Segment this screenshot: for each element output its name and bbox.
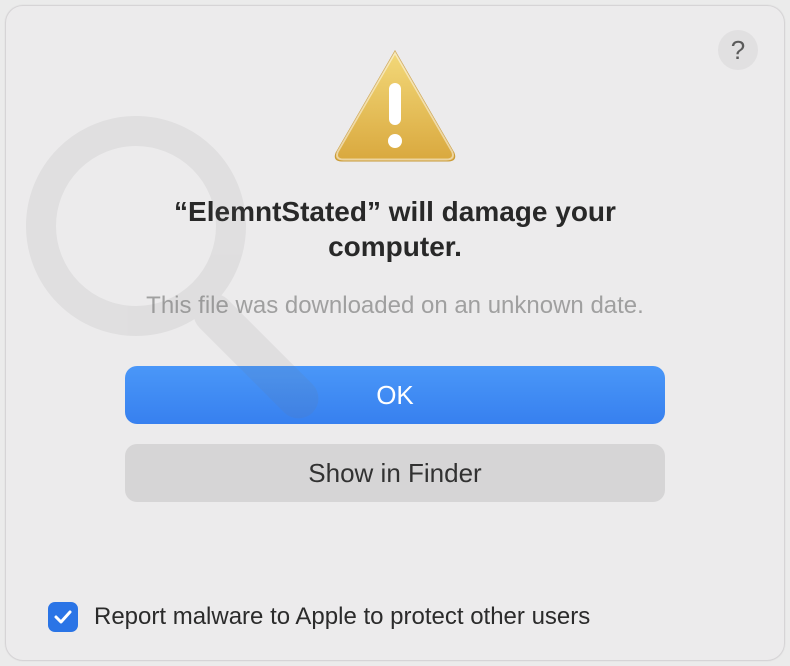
- security-alert-dialog: ? “ElemntStated” will damage your comput…: [5, 5, 785, 661]
- headline-message: ” will damage your computer.: [328, 196, 616, 262]
- report-malware-label: Report malware to Apple to protect other…: [94, 603, 590, 631]
- warning-icon: [330, 40, 460, 170]
- ok-button-label: OK: [376, 380, 414, 411]
- show-in-finder-label: Show in Finder: [308, 458, 481, 489]
- alert-subtext: This file was downloaded on an unknown d…: [146, 292, 644, 320]
- report-malware-row: Report malware to Apple to protect other…: [48, 602, 590, 632]
- show-in-finder-button[interactable]: Show in Finder: [125, 444, 665, 502]
- checkmark-icon: [53, 607, 73, 627]
- help-button[interactable]: ?: [718, 30, 758, 70]
- report-malware-checkbox[interactable]: [48, 602, 78, 632]
- button-group: OK Show in Finder: [125, 366, 665, 502]
- help-icon: ?: [731, 35, 745, 66]
- ok-button[interactable]: OK: [125, 366, 665, 424]
- headline-quote-open: “: [174, 196, 188, 227]
- headline-app-name: ElemntStated: [188, 196, 367, 227]
- alert-headline: “ElemntStated” will damage your computer…: [115, 194, 675, 264]
